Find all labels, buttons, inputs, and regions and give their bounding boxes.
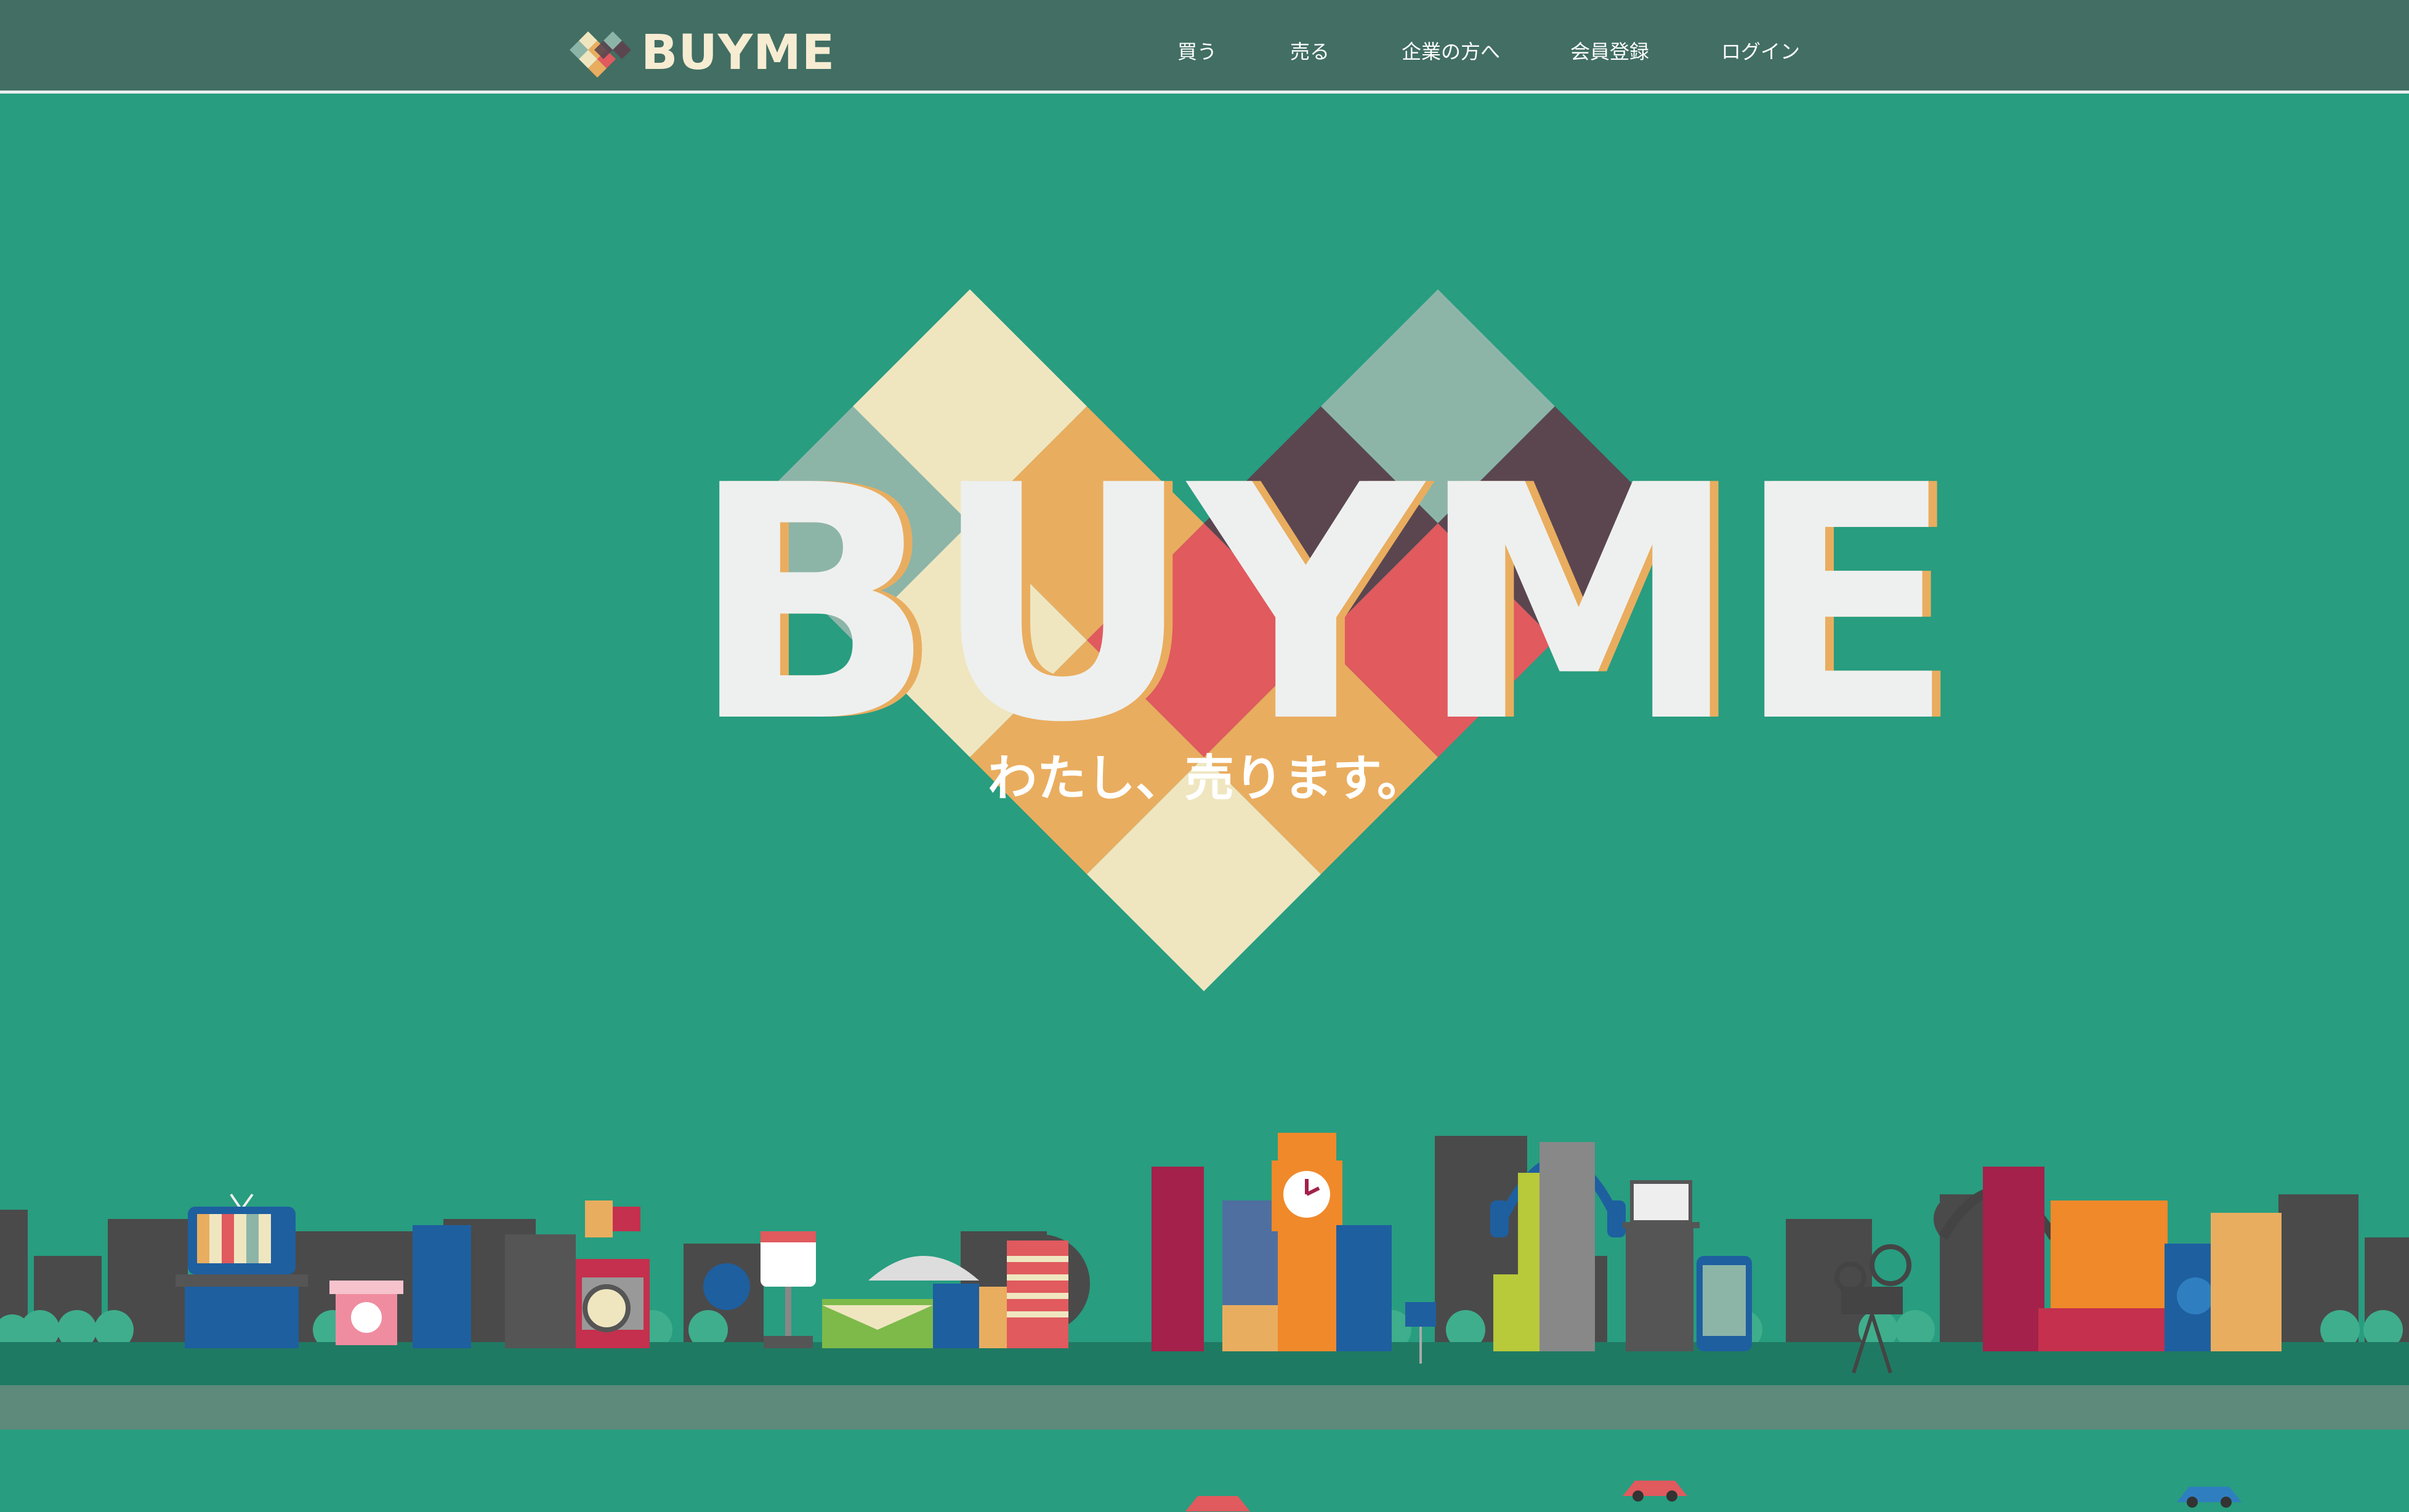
laptop-icon — [1623, 1180, 1700, 1351]
camera-icon — [576, 1200, 650, 1348]
top-navbar: BUYME 買う 売る 企業の方へ 会員登録 ログイン — [0, 0, 2409, 94]
tv-icon — [176, 1193, 308, 1348]
shop-front — [2038, 1308, 2174, 1351]
lamp-post — [761, 1231, 816, 1348]
nav-login[interactable]: ログイン — [1721, 42, 1800, 62]
nav-buy[interactable]: 買う — [1177, 42, 1217, 62]
hero-tagline: わたし、売ります。 — [988, 750, 1426, 807]
clock-icon — [1272, 1133, 1342, 1351]
window-tower — [2211, 1213, 2282, 1351]
nav-sell[interactable]: 売る — [1290, 42, 1330, 62]
orange-office — [2051, 1200, 2168, 1308]
brand-name: BUYME — [641, 25, 836, 81]
grey-dotted-building — [505, 1234, 576, 1348]
coffee-cup — [329, 1281, 403, 1345]
blue-tree — [703, 1263, 750, 1310]
blue-office — [1336, 1225, 1392, 1351]
car-icon — [1185, 1481, 2242, 1511]
nav-register[interactable]: 会員登録 — [1570, 42, 1649, 62]
blue-tower — [413, 1225, 471, 1348]
striped-tower — [1007, 1241, 1068, 1348]
brand-logo[interactable]: BUYME — [570, 23, 835, 82]
maroon-tower-right — [1983, 1167, 2044, 1351]
phone-icon — [1697, 1256, 1752, 1351]
heart-logo-icon — [570, 31, 631, 78]
city-illustration — [0, 1133, 2409, 1511]
nav-for-business[interactable]: 企業の方へ — [1402, 42, 1500, 62]
hero-title: BUYME — [690, 417, 1956, 793]
road — [0, 1385, 2409, 1430]
small-house — [1222, 1305, 1278, 1351]
maroon-tower — [1152, 1167, 1204, 1351]
